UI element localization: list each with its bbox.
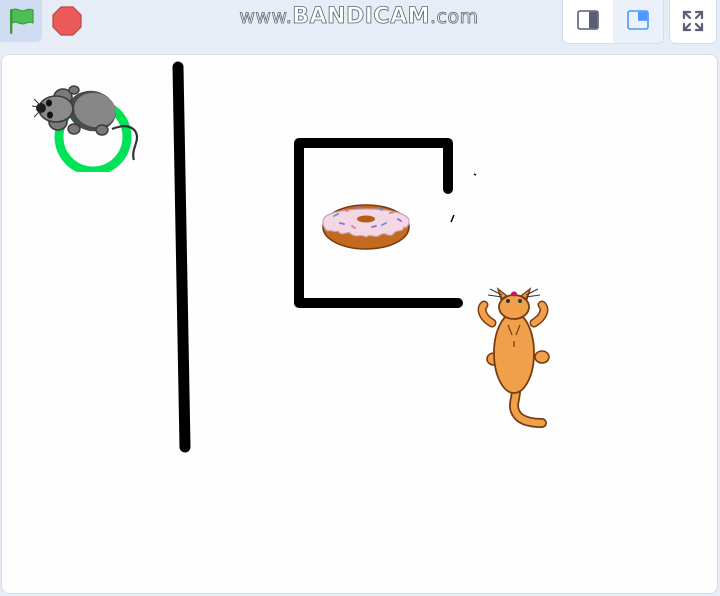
stage-header: www.BANDICAM.com (0, 0, 720, 48)
stage-canvas[interactable] (1, 54, 718, 594)
watermark-brand: BANDICAM (292, 4, 430, 30)
stop-button[interactable] (48, 3, 84, 39)
small-stage-button[interactable] (563, 0, 613, 43)
mouse-sprite[interactable] (32, 77, 147, 172)
fullscreen-icon (682, 10, 704, 32)
small-stage-icon (577, 10, 599, 30)
normal-stage-icon (627, 10, 649, 30)
normal-stage-button[interactable] (613, 0, 663, 43)
fullscreen-button[interactable] (669, 0, 717, 44)
bandicam-watermark: www.BANDICAM.com (234, 4, 484, 30)
donut-sprite[interactable] (320, 199, 414, 253)
vertical-wall (172, 61, 191, 453)
stop-sign-icon (52, 6, 82, 36)
stage-size-toggle (562, 0, 664, 44)
watermark-prefix: www. (239, 6, 293, 29)
green-flag-icon (10, 8, 34, 34)
watermark-suffix: .com (430, 6, 479, 29)
cat-sprite[interactable] (474, 285, 556, 430)
green-flag-button[interactable] (0, 0, 42, 42)
